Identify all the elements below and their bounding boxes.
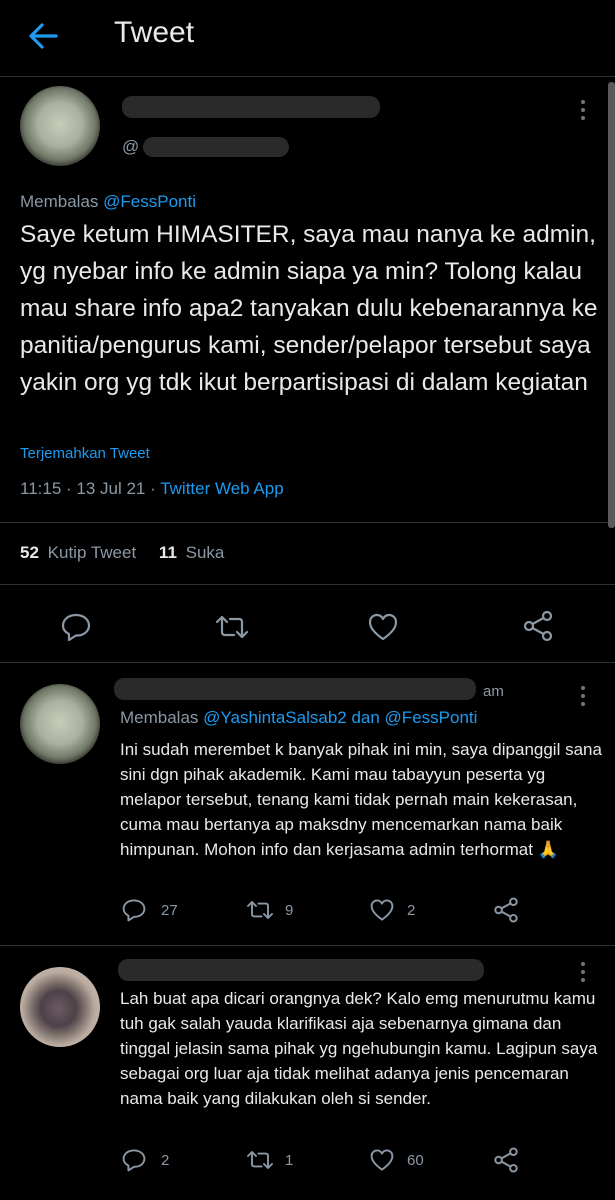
retweet-count: 1 bbox=[285, 1152, 294, 1169]
scrollbar[interactable] bbox=[608, 82, 615, 528]
page-title: Tweet bbox=[114, 16, 195, 49]
reply-icon[interactable] bbox=[60, 612, 92, 642]
redacted-handle bbox=[143, 137, 289, 157]
quote-count[interactable]: 52 bbox=[20, 543, 39, 562]
tweet-time: 11:15 · 13 Jul 21 · bbox=[20, 479, 156, 498]
top-bar bbox=[0, 0, 615, 77]
back-arrow-icon[interactable] bbox=[22, 16, 62, 56]
reply-text: Ini sudah merembet k banyak pihak ini mi… bbox=[120, 737, 602, 862]
divider bbox=[0, 945, 615, 946]
pray-emoji: 🙏 bbox=[537, 840, 559, 859]
redacted-display-name bbox=[118, 959, 484, 981]
like-icon[interactable] bbox=[369, 1148, 395, 1172]
like-count: 2 bbox=[407, 902, 416, 919]
redacted-display-name bbox=[114, 678, 476, 700]
quote-label[interactable]: Kutip Tweet bbox=[48, 543, 137, 562]
reply-text: Lah buat apa dicari orangnya dek? Kalo e… bbox=[120, 989, 598, 1108]
reply-count: 2 bbox=[161, 1152, 170, 1169]
handle-prefix: @ bbox=[122, 137, 140, 156]
share-icon[interactable] bbox=[521, 609, 555, 643]
like-count[interactable]: 11 bbox=[159, 543, 177, 562]
like-count: 60 bbox=[407, 1152, 424, 1169]
tweet-source[interactable]: Twitter Web App bbox=[160, 479, 283, 498]
translate-link[interactable]: Terjemahkan Tweet bbox=[20, 445, 150, 462]
tweet-text: Saye ketum HIMASITER, saya mau nanya ke … bbox=[20, 221, 598, 396]
retweet-count: 9 bbox=[285, 902, 294, 919]
share-icon[interactable] bbox=[492, 1146, 520, 1174]
share-icon[interactable] bbox=[492, 896, 520, 924]
tweet-timestamp: 11:15 · 13 Jul 21 · Twitter Web App bbox=[20, 479, 284, 499]
reply-avatar[interactable] bbox=[20, 967, 100, 1047]
retweet-icon[interactable] bbox=[245, 898, 275, 922]
like-icon[interactable] bbox=[369, 898, 395, 922]
replying-to-link[interactable]: @FessPonti bbox=[103, 192, 196, 211]
replying-to: Membalas @FessPonti bbox=[20, 192, 196, 212]
tweet-stats: 52 Kutip Tweet 11 Suka bbox=[20, 543, 224, 563]
reply-avatar[interactable] bbox=[20, 684, 100, 764]
replying-to: Membalas @YashintaSalsab2 dan @FessPonti bbox=[120, 708, 477, 728]
replying-label: Membalas bbox=[20, 192, 99, 211]
reply-icon[interactable] bbox=[121, 898, 147, 922]
divider bbox=[0, 522, 615, 523]
reply-text-body: Ini sudah merembet k banyak pihak ini mi… bbox=[120, 740, 602, 859]
replying-label: Membalas bbox=[120, 708, 199, 727]
more-options-icon[interactable] bbox=[581, 686, 585, 710]
more-options-icon[interactable] bbox=[581, 962, 585, 986]
reply-count: 27 bbox=[161, 902, 178, 919]
replying-to-link[interactable]: @YashintaSalsab2 dan @FessPonti bbox=[203, 708, 477, 727]
like-icon[interactable] bbox=[367, 612, 399, 642]
reply-time: am bbox=[483, 683, 504, 700]
retweet-icon[interactable] bbox=[245, 1148, 275, 1172]
retweet-icon[interactable] bbox=[214, 612, 250, 642]
divider bbox=[0, 662, 615, 663]
more-options-icon[interactable] bbox=[581, 100, 585, 124]
divider bbox=[0, 584, 615, 585]
avatar[interactable] bbox=[20, 86, 100, 166]
reply-icon[interactable] bbox=[121, 1148, 147, 1172]
like-label[interactable]: Suka bbox=[186, 543, 225, 562]
redacted-display-name bbox=[122, 96, 380, 118]
